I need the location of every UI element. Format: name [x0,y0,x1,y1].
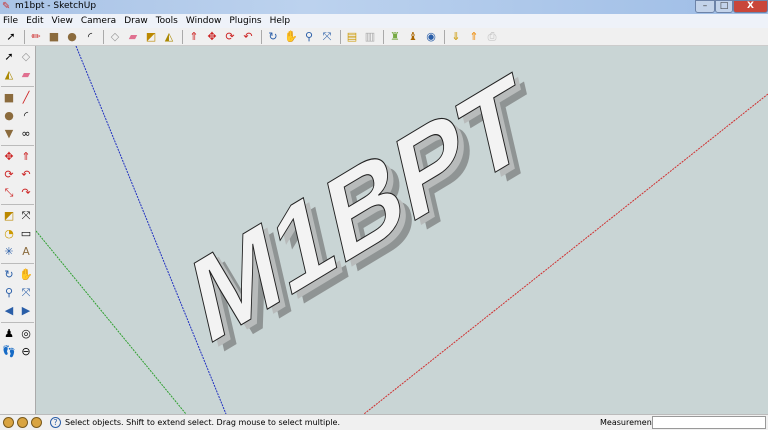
tape-measure-icon[interactable]: ◩ [143,29,159,45]
upload-icon[interactable]: ⇑ [466,29,482,45]
maximize-button[interactable]: □ [715,0,733,13]
make-component-icon[interactable]: ◇ [107,29,123,45]
divider [182,29,183,44]
divider [1,145,34,146]
protractor-icon[interactable]: ◔ [1,226,17,242]
offset-icon[interactable]: ↷ [18,185,34,201]
minimize-button[interactable]: – [695,0,715,13]
pencil-icon[interactable]: ✏ [28,29,44,45]
green-axis [36,230,187,414]
divider [1,86,34,87]
circle-icon[interactable]: ● [1,108,17,124]
status-bar: ? Select objects. Shift to extend select… [0,414,768,430]
measurements-label: Measurements [600,418,660,427]
position-camera-icon[interactable]: ♟ [1,326,17,342]
3d-text-model[interactable]: M1BPT M1BPT M1BPT [182,46,549,385]
get-models-icon[interactable]: ▤ [344,29,360,45]
menu-plugins[interactable]: Plugins [229,14,261,28]
divider [103,29,104,44]
tape-measure-icon[interactable]: ◩ [1,208,17,224]
scale-icon[interactable]: ⤡ [1,185,17,201]
follow-me-icon[interactable]: ↶ [240,29,256,45]
get-photo-texture-icon[interactable]: ♝ [405,29,421,45]
share-model-icon[interactable]: ▥ [362,29,378,45]
circle-icon[interactable]: ● [64,29,80,45]
divider [1,322,34,323]
next-view-icon[interactable]: ▶ [18,303,34,319]
orbit-icon[interactable]: ↻ [1,267,17,283]
divider [1,263,34,264]
title-bar: ✎ m1bpt - SketchUp – □ X [0,0,768,14]
paint-bucket-icon[interactable]: ◭ [1,67,17,83]
section-plane-icon[interactable]: ⊖ [18,344,34,360]
move-icon[interactable]: ✥ [204,29,220,45]
zoom-window-icon[interactable]: ⤧ [18,285,34,301]
make-component-icon[interactable]: ◇ [18,49,34,65]
sketchup-app-icon: ✎ [2,1,11,12]
orbit-icon[interactable]: ↻ [265,29,281,45]
push-pull-icon[interactable]: ⇑ [186,29,202,45]
close-button[interactable]: X [733,0,768,13]
menu-draw[interactable]: Draw [124,14,148,28]
menu-camera[interactable]: Camera [81,14,116,28]
axes-icon[interactable]: ✳ [1,244,17,260]
walk-icon[interactable]: 👣 [1,344,17,360]
menu-edit[interactable]: Edit [26,14,43,28]
help-icon[interactable]: ? [50,417,61,428]
select-icon[interactable]: ➚ [3,29,19,45]
measurements-input[interactable] [652,416,766,429]
arc-icon[interactable]: ◜ [82,29,98,45]
pan-icon[interactable]: ✋ [18,267,34,283]
previous-view-icon[interactable]: ◀ [1,303,17,319]
model-viewport[interactable]: M1BPT M1BPT M1BPT [36,46,768,414]
line-icon[interactable]: ╱ [18,90,34,106]
menu-bar: File Edit View Camera Draw Tools Window … [0,14,768,28]
zoom-extents-icon[interactable]: ⤧ [319,29,335,45]
download-icon[interactable]: ⇓ [448,29,464,45]
eraser-icon[interactable]: ▰ [125,29,141,45]
select-icon[interactable]: ➚ [1,49,17,65]
menu-view[interactable]: View [52,14,73,28]
divider [24,29,25,44]
look-around-icon[interactable]: ◎ [18,326,34,342]
main-toolbar: ➚ ✏ ■ ● ◜ ◇ ▰ ◩ ◭ ⇑ ✥ ⟳ ↶ ↻ ✋ ⚲ ⤧ ▤ ▥ ♜ … [0,28,768,46]
zoom-icon[interactable]: ⚲ [301,29,317,45]
rectangle-icon[interactable]: ■ [1,90,17,106]
divider [340,29,341,44]
rotate-icon[interactable]: ⟳ [1,167,17,183]
rectangle-icon[interactable]: ■ [46,29,62,45]
window-title: m1bpt - SketchUp [15,1,97,11]
rotate-icon[interactable]: ⟳ [222,29,238,45]
divider [383,29,384,44]
paint-bucket-icon[interactable]: ◭ [161,29,177,45]
text-icon[interactable]: ▭ [18,226,34,242]
tools-palette: ➚ ◇ ◭ ▰ ■ ╱ ● ◜ ▼ ∞ ✥ ⇑ ⟳ ↶ ⤡ ↷ ◩ ⤧ ◔ ▭ … [0,46,36,414]
divider [444,29,445,44]
push-pull-icon[interactable]: ⇑ [18,149,34,165]
component-icon[interactable]: ♜ [387,29,403,45]
arc-icon[interactable]: ◜ [18,108,34,124]
follow-me-icon[interactable]: ↶ [18,167,34,183]
menu-tools[interactable]: Tools [156,14,178,28]
drawing-area[interactable]: M1BPT M1BPT M1BPT [36,46,768,414]
divider [1,204,34,205]
3d-text-icon[interactable]: A [18,244,34,260]
menu-help[interactable]: Help [270,14,291,28]
credits-icon[interactable] [17,417,28,428]
menu-window[interactable]: Window [186,14,222,28]
dimension-icon[interactable]: ⤧ [18,208,34,224]
divider [261,29,262,44]
menu-file[interactable]: File [3,14,18,28]
geo-location-icon[interactable] [3,417,14,428]
pan-icon[interactable]: ✋ [283,29,299,45]
freehand-icon[interactable]: ∞ [18,126,34,142]
user-icon[interactable] [31,417,42,428]
zoom-icon[interactable]: ⚲ [1,285,17,301]
move-icon[interactable]: ✥ [1,149,17,165]
print-icon[interactable]: ⎙ [484,29,500,45]
polygon-icon[interactable]: ▼ [1,126,17,142]
eraser-icon[interactable]: ▰ [18,67,34,83]
google-earth-icon[interactable]: ◉ [423,29,439,45]
status-message: Select objects. Shift to extend select. … [65,418,341,427]
